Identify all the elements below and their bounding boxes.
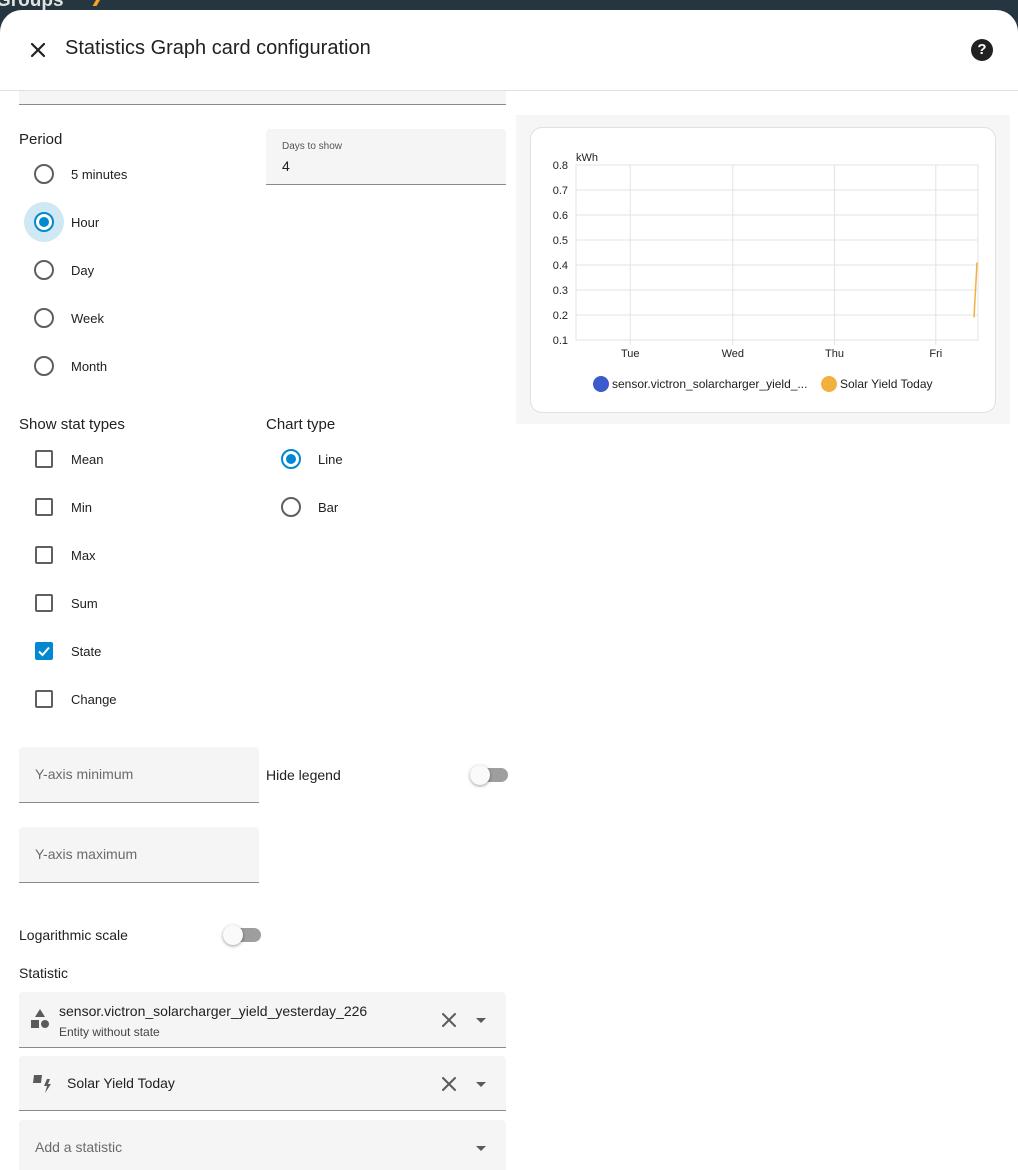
period-radio-5-minutes[interactable] [34,164,54,184]
period-option-label: 5 minutes [71,167,128,182]
dropdown-arrow-icon[interactable] [475,1014,487,1026]
period-option-label: Hour [71,215,100,230]
statistic-entity-id: sensor.victron_solarcharger_yield_yester… [59,1003,368,1019]
dropdown-arrow-icon[interactable] [475,1142,487,1154]
y-tick-label: 0.5 [553,235,568,247]
plot-area-frame [575,164,979,341]
period-radio-week[interactable] [34,308,54,328]
statistic-entity-state: Entity without state [59,1025,160,1039]
help-icon[interactable]: ? [971,39,993,61]
period-option-label: Month [71,359,108,374]
scrolled-field-stub [19,91,506,105]
y-axis-unit-label: kWh [576,152,598,164]
days-to-show-value: 4 [282,158,290,174]
hide-legend-toggle[interactable] [470,765,508,785]
stat-type-checkbox-min[interactable] [35,498,53,516]
y-tick-label: 0.7 [553,185,568,197]
statistic-entity-name: Solar Yield Today [67,1075,175,1091]
stat-type-checkbox-mean[interactable] [35,450,53,468]
x-tick-label: Tue [621,348,640,360]
y-axis-minimum-placeholder: Y-axis minimum [35,766,134,782]
add-statistic-placeholder: Add a statistic [35,1139,123,1155]
y-tick-label: 0.8 [553,160,568,172]
legend-color-swatch [821,376,837,392]
close-icon [30,42,46,58]
dialog-title: Statistics Graph card configuration [65,37,371,59]
y-axis-maximum-field[interactable]: Y-axis maximum [19,827,259,883]
stat-type-checkbox-sum[interactable] [35,594,53,612]
statistics-graph-card: kWh 0.8 0.7 0.6 0.5 0.4 0.3 0.2 0.1 Tue Wed Thu Fri… [530,127,996,413]
logarithmic-scale-toggle[interactable] [223,925,261,945]
period-radio-day[interactable] [34,260,54,280]
stat-type-checkbox-max[interactable] [35,546,53,564]
stat-type-label: Max [71,548,96,563]
x-tick-label: Wed [722,348,744,360]
stat-type-label: Min [71,500,92,515]
stat-type-checkbox-change[interactable] [35,690,53,708]
chart-type-radio-bar[interactable] [281,497,301,517]
stat-types-label: Show stat types [19,416,125,433]
y-tick-label: 0.3 [553,285,568,297]
background-accent-mark [92,0,116,6]
statistic-picker-row[interactable]: sensor.victron_solarcharger_yield_yester… [19,992,506,1048]
period-radio-hour[interactable] [34,212,54,232]
period-option-label: Week [71,311,104,326]
hide-legend-label: Hide legend [266,767,341,783]
checkmark-icon [38,646,50,657]
chart-type-radio-line[interactable] [281,449,301,469]
y-axis-maximum-placeholder: Y-axis maximum [35,846,138,862]
y-tick-label: 0.2 [553,310,568,322]
y-axis-minimum-field[interactable]: Y-axis minimum [19,747,259,803]
solar-power-icon [33,1075,51,1093]
period-radio-month[interactable] [34,356,54,376]
days-to-show-field[interactable]: Days to show 4 [266,129,506,185]
stat-type-label: Mean [71,452,104,467]
legend-color-swatch [593,376,609,392]
y-tick-label: 0.6 [553,210,568,222]
logarithmic-scale-label: Logarithmic scale [19,927,128,943]
y-tick-label: 0.1 [553,335,568,347]
x-tick-label: Fri [929,348,942,360]
toggle-thumb [223,925,243,945]
days-to-show-label: Days to show [282,141,343,152]
statistics-chart: kWh 0.8 0.7 0.6 0.5 0.4 0.3 0.2 0.1 Tue Wed Thu Fri [553,152,979,360]
y-tick-label: 0.4 [553,260,568,272]
period-option-label: Day [71,263,95,278]
clear-icon[interactable] [439,1010,459,1030]
card-config-dialog: Statistics Graph card configuration ? Pe… [0,10,1018,1170]
stat-type-label: State [71,644,102,659]
close-button[interactable] [24,36,52,64]
stat-type-label: Sum [71,596,98,611]
shapes-icon [31,1009,49,1028]
card-preview-panel: kWh 0.8 0.7 0.6 0.5 0.4 0.3 0.2 0.1 Tue Wed Thu Fri… [516,115,1010,424]
stat-type-checkbox-state[interactable] [35,642,53,660]
add-statistic-picker[interactable]: Add a statistic [19,1120,506,1170]
dropdown-arrow-icon[interactable] [475,1078,487,1090]
stat-type-label: Change [71,692,117,707]
legend-item-solar-yield-today[interactable]: Solar Yield Today [840,377,933,391]
dialog-header: Statistics Graph card configuration ? [0,10,1018,91]
x-tick-label: Thu [825,348,844,360]
statistic-picker-row[interactable]: Solar Yield Today [19,1056,506,1111]
toggle-thumb [470,765,490,785]
legend-item-victron-yield[interactable]: sensor.victron_solarcharger_yield_... [612,377,807,391]
chart-type-label: Chart type [266,416,336,433]
statistic-label: Statistic [19,965,69,981]
clear-icon[interactable] [439,1074,459,1094]
period-label: Period [19,131,63,148]
chart-type-option-label: Bar [318,500,339,515]
chart-type-option-label: Line [318,452,343,467]
